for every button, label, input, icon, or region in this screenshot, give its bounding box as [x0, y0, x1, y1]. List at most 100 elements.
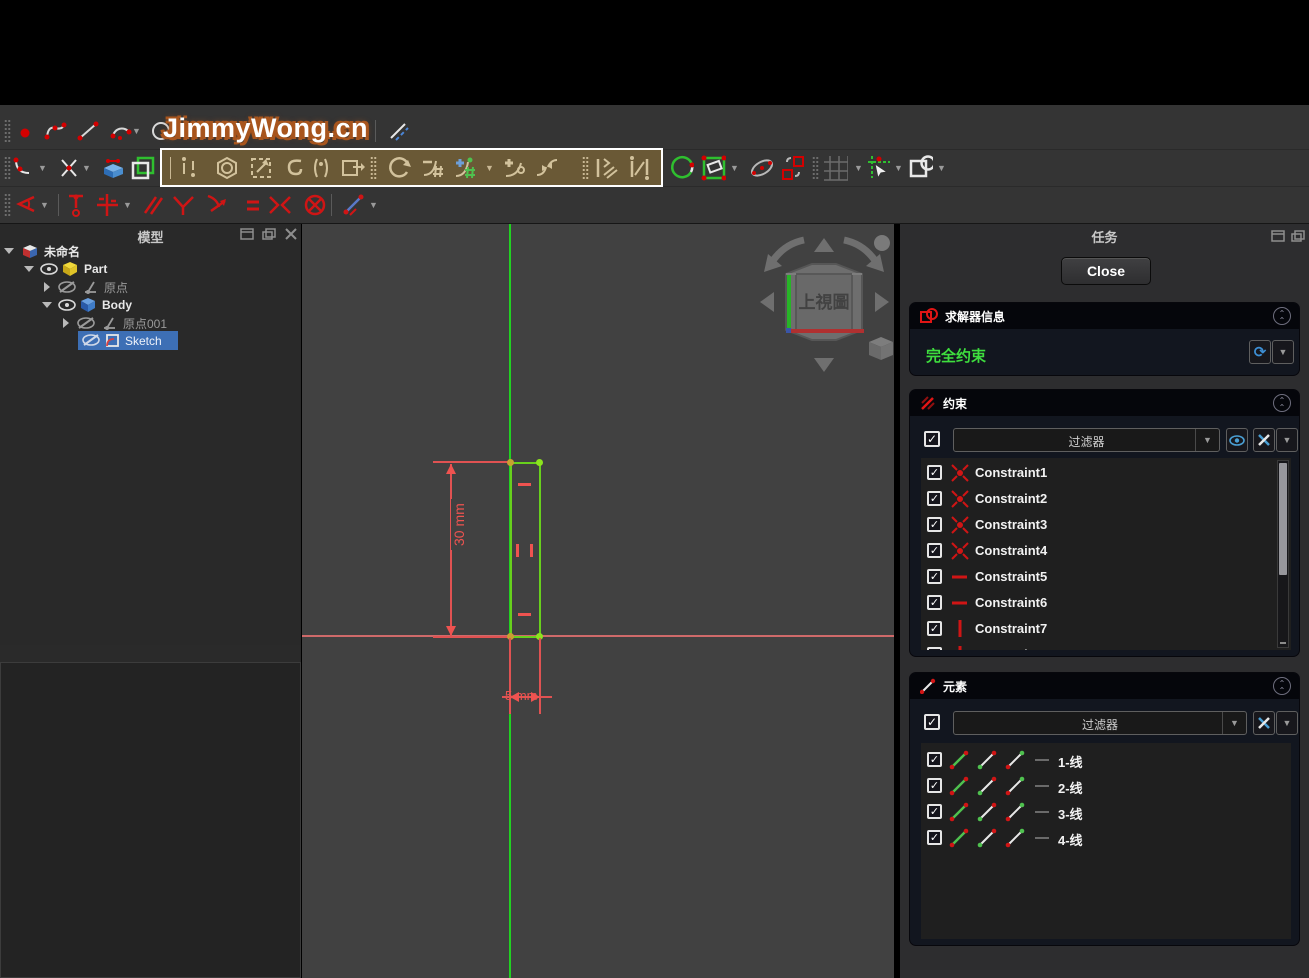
navcube-arrow-up[interactable] — [814, 238, 834, 252]
bspline-join-curves-icon[interactable] — [534, 155, 560, 181]
constraint-row[interactable]: ✓ Constraint5 — [921, 564, 1291, 590]
render-order-caret[interactable]: ▼ — [937, 163, 947, 173]
dim-height-label[interactable]: 30 mm — [451, 499, 467, 550]
constraint-checkbox[interactable]: ✓ — [927, 517, 942, 532]
combo-caret-icon[interactable]: ▼ — [1195, 429, 1219, 451]
snap-caret[interactable]: ▼ — [894, 163, 904, 173]
navcube-rotate-cw[interactable] — [844, 240, 876, 262]
dock-icon[interactable] — [240, 228, 255, 241]
driving-caret[interactable]: ▼ — [369, 200, 379, 210]
eye-visible-icon[interactable] — [40, 263, 58, 275]
bspline-curvature-comb-icon[interactable] — [248, 155, 274, 181]
tree-row-origin001[interactable]: 原点001 — [0, 314, 301, 332]
angle-caret[interactable]: ▼ — [40, 200, 50, 210]
vertex-top-right[interactable] — [536, 459, 543, 466]
scrollbar-down-arrow[interactable] — [1280, 642, 1286, 644]
dim-height-line[interactable] — [450, 464, 452, 636]
constrain-angle-icon[interactable] — [14, 192, 40, 218]
bspline-control-frame-icon[interactable] — [339, 155, 365, 181]
eye-hidden-icon[interactable] — [82, 334, 100, 347]
constrain-perpendicular-icon[interactable] — [170, 192, 196, 218]
expander-down-icon[interactable] — [24, 266, 34, 272]
scrollbar-thumb[interactable] — [1279, 463, 1287, 575]
tree-row-document[interactable]: 未命名 — [0, 242, 301, 260]
elements-master-checkbox[interactable]: ✓ — [924, 714, 940, 730]
constraint-row[interactable]: ✓ Constraint7 — [921, 616, 1291, 642]
constraint-row[interactable]: ✓ Constraint1 — [921, 460, 1291, 486]
rectangle-tool-icon[interactable] — [700, 155, 726, 181]
expander-right-icon[interactable] — [44, 282, 50, 292]
split-edge-icon[interactable] — [592, 155, 618, 181]
tree-row-part[interactable]: Part — [0, 260, 301, 278]
constrain-distance-y-icon[interactable] — [64, 192, 90, 218]
eye-hidden-icon[interactable] — [58, 281, 76, 294]
constraint-checkbox[interactable]: ✓ — [927, 569, 942, 584]
trim-tool-icon[interactable] — [56, 155, 82, 181]
constraint-row[interactable]: ✓ Constraint4 — [921, 538, 1291, 564]
polyline-tool-icon[interactable] — [42, 118, 68, 144]
element-checkbox[interactable]: ✓ — [927, 752, 942, 767]
constraint-checkbox[interactable]: ✓ — [927, 621, 942, 636]
constraint-row[interactable]: ✓ Constraint2 — [921, 486, 1291, 512]
element-row[interactable]: ✓ 2-线 — [921, 773, 1291, 799]
snap-toggle-icon[interactable] — [866, 155, 892, 181]
constraint-row-clipped[interactable]: ✓ Constraint8 — [921, 642, 1291, 650]
expander-down-icon[interactable] — [42, 302, 52, 308]
bspline-degree-icon[interactable] — [176, 155, 202, 181]
constraints-scrollbar[interactable] — [1277, 460, 1289, 648]
extend-edge-icon[interactable] — [627, 155, 653, 181]
sketch-rectangle[interactable] — [510, 462, 541, 638]
toolbar-drag-handle-3[interactable] — [4, 193, 11, 217]
rectangle-caret[interactable]: ▼ — [730, 163, 740, 173]
sketch-horizontal-axis[interactable] — [302, 635, 894, 637]
point-tool-icon[interactable] — [12, 118, 38, 144]
tree-label-document[interactable]: 未命名 — [44, 243, 80, 260]
tree-label-part[interactable]: Part — [84, 262, 107, 276]
constraints-section-header[interactable]: 约束 ⌃⌃ — [910, 390, 1299, 416]
toggle-driving-constraint-icon[interactable] — [340, 192, 366, 218]
vertical-constraint-tick-right[interactable] — [530, 544, 533, 557]
elements-section-header[interactable]: 元素 ⌃⌃ — [910, 673, 1299, 699]
combo-caret-icon[interactable]: ▼ — [1222, 712, 1246, 734]
eye-visible-icon[interactable] — [58, 299, 76, 311]
arc-tool-icon[interactable] — [108, 118, 134, 144]
tree-row-sketch[interactable]: Sketch — [78, 331, 178, 350]
constraint-row[interactable]: ✓ Constraint6 — [921, 590, 1291, 616]
eye-hidden-icon[interactable] — [77, 317, 95, 330]
grid-toggle-icon[interactable] — [822, 155, 848, 181]
elements-settings-caret[interactable]: ▼ — [1276, 711, 1298, 735]
line-tool-icon[interactable] — [75, 118, 101, 144]
vertex-top-left[interactable] — [507, 459, 514, 466]
horizontal-constraint-tick-bottom[interactable] — [518, 613, 531, 616]
grid-caret[interactable]: ▼ — [854, 163, 864, 173]
tree-label-origin[interactable]: 原点 — [104, 279, 128, 296]
constrain-symmetric-icon[interactable] — [266, 192, 292, 218]
expander-down-icon[interactable] — [4, 248, 14, 254]
constraint-checkbox[interactable]: ✓ — [927, 595, 942, 610]
element-row[interactable]: ✓ 3-线 — [921, 799, 1291, 825]
constraints-settings-button[interactable] — [1253, 428, 1275, 452]
clone-tool-icon[interactable] — [779, 155, 805, 181]
render-order-icon[interactable] — [907, 155, 933, 181]
constraint-row[interactable]: ✓ Constraint3 — [921, 512, 1291, 538]
horizontal-constraint-tick-top[interactable] — [518, 483, 531, 486]
knot-mult-caret[interactable]: ▼ — [485, 163, 495, 173]
collapse-chevron-icon[interactable]: ⌃⌃ — [1273, 394, 1291, 412]
refresh-button[interactable]: ⟳ — [1249, 340, 1271, 364]
arc-tool-caret[interactable]: ▼ — [132, 126, 142, 136]
extrude-tool-icon[interactable] — [100, 155, 126, 181]
constraints-settings-caret[interactable]: ▼ — [1276, 428, 1298, 452]
collapse-chevron-icon[interactable]: ⌃⌃ — [1273, 677, 1291, 695]
elements-filter-combo[interactable]: 过滤器 ▼ — [953, 711, 1247, 735]
element-checkbox[interactable]: ✓ — [927, 830, 942, 845]
fillet-tool-icon[interactable] — [10, 155, 36, 181]
navcube-sphere[interactable] — [874, 235, 890, 251]
bspline-increase-knot-multiplicity-icon[interactable] — [452, 155, 478, 181]
element-row[interactable]: ✓ 4-线 — [921, 825, 1291, 851]
vertical-constraint-tick-left[interactable] — [516, 544, 519, 557]
float-icon[interactable] — [1291, 230, 1306, 243]
constrain-equal-icon[interactable] — [240, 192, 266, 218]
tree-label-body[interactable]: Body — [102, 298, 132, 312]
fillet-caret[interactable]: ▼ — [38, 163, 48, 173]
solver-section-header[interactable]: 求解器信息 ⌃⌃ — [910, 303, 1299, 329]
